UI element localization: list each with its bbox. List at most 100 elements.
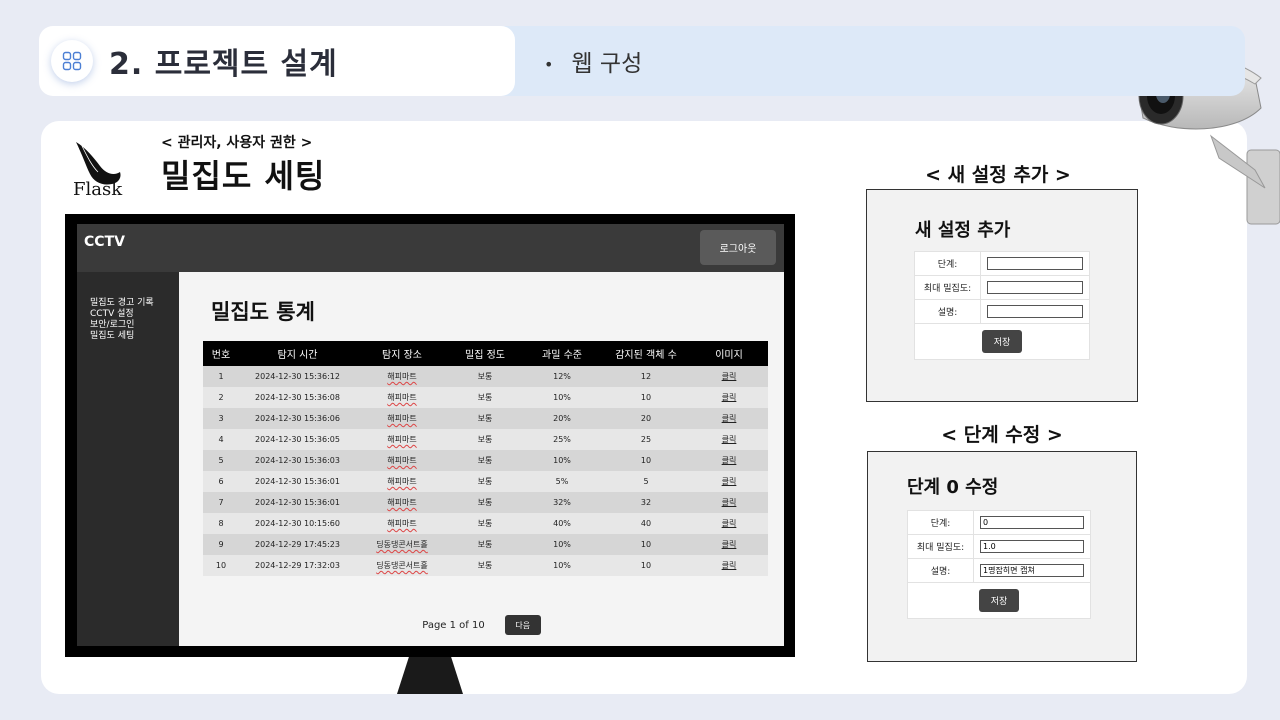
pagination: Page 1 of 10 다음 — [179, 615, 784, 635]
sidebar-item-security-login[interactable]: 보안/로그인 — [90, 320, 179, 331]
new-setting-section-label: < 새 설정 추가 > — [925, 164, 1071, 186]
bullet-dot: • — [544, 55, 554, 74]
table-cell: 10 — [203, 555, 239, 576]
location-cell: 해피마트 — [356, 492, 448, 513]
location-text: 해피마트 — [387, 414, 417, 423]
table-cell: 25% — [522, 429, 602, 450]
table-cell: 2024-12-30 10:15:60 — [239, 513, 356, 534]
flask-logo-text: Flask — [73, 179, 123, 200]
new-setting-panel: 새 설정 추가 단계: 최대 밀집도: 설명: 저장 — [866, 189, 1138, 402]
description-label: 설명: — [914, 299, 981, 324]
new-setting-save-button[interactable]: 저장 — [982, 330, 1022, 353]
table-cell: 보통 — [448, 408, 522, 429]
header-bullet-bar: • 웹 구성 — [480, 26, 1245, 96]
image-link[interactable]: 클릭 — [722, 414, 737, 423]
column-header: 감지된 객체 수 — [602, 341, 690, 366]
image-link[interactable]: 클릭 — [722, 372, 737, 381]
image-link[interactable]: 클릭 — [722, 393, 737, 402]
table-row: 3 2024-12-30 15:36:06 해피마트 보통 20% 20 클릭 — [203, 408, 768, 429]
table-cell: 보통 — [448, 534, 522, 555]
image-link[interactable]: 클릭 — [722, 456, 737, 465]
header-bullet: • 웹 구성 — [544, 44, 642, 78]
sidebar-item-density-settings[interactable]: 밀집도 세팅 — [90, 331, 179, 342]
max-density-label: 최대 밀집도: — [907, 534, 974, 559]
table-cell: 40 — [602, 513, 690, 534]
table-row: 7 2024-12-30 15:36:01 해피마트 보통 32% 32 클릭 — [203, 492, 768, 513]
max-density-input[interactable] — [987, 281, 1083, 294]
table-cell: 2024-12-29 17:45:23 — [239, 534, 356, 555]
image-cell: 클릭 — [690, 387, 768, 408]
table-cell: 2024-12-30 15:36:01 — [239, 492, 356, 513]
image-cell: 클릭 — [690, 471, 768, 492]
description-input[interactable] — [987, 305, 1083, 318]
edit-level-form: 단계: 최대 밀집도: 설명: 저장 — [907, 510, 1091, 619]
table-cell: 보통 — [448, 450, 522, 471]
image-cell: 클릭 — [690, 429, 768, 450]
table-cell: 7 — [203, 492, 239, 513]
location-cell: 딩동댕콘서트홀 — [356, 555, 448, 576]
column-header: 밀집 정도 — [448, 341, 522, 366]
max-density-label: 최대 밀집도: — [914, 275, 981, 300]
app-sidebar: 밀집도 경고 기록 CCTV 설정 보안/로그인 밀집도 세팅 — [77, 272, 179, 646]
image-link[interactable]: 클릭 — [722, 561, 737, 570]
next-page-button[interactable]: 다음 — [504, 615, 541, 635]
edit-level-section-label: < 단계 수정 > — [941, 424, 1063, 446]
table-cell: 10 — [602, 387, 690, 408]
table-cell: 10 — [602, 450, 690, 471]
location-text: 해피마트 — [387, 519, 417, 528]
table-row: 9 2024-12-29 17:45:23 딩동댕콘서트홀 보통 10% 10 클릭 — [203, 534, 768, 555]
table-cell: 10% — [522, 450, 602, 471]
sidebar-item-cctv-settings[interactable]: CCTV 설정 — [90, 309, 179, 320]
stats-title: 밀집도 통계 — [211, 300, 315, 324]
location-cell: 딩동댕콘서트홀 — [356, 534, 448, 555]
level-label: 단계: — [907, 510, 974, 535]
location-text: 해피마트 — [387, 456, 417, 465]
slide-section-title: 2. 프로젝트 설계 — [109, 47, 338, 82]
level-input[interactable] — [987, 257, 1083, 270]
density-stats-table: 번호 탐지 시간 탐지 장소 밀집 정도 과밀 수준 감지된 객체 수 이미지 … — [203, 341, 768, 576]
table-cell: 보통 — [448, 366, 522, 387]
table-row: 1 2024-12-30 15:36:12 해피마트 보통 12% 12 클릭 — [203, 366, 768, 387]
table-cell: 보통 — [448, 387, 522, 408]
image-cell: 클릭 — [690, 513, 768, 534]
table-cell: 20% — [522, 408, 602, 429]
sidebar-item-density-alerts[interactable]: 밀집도 경고 기록 — [90, 298, 179, 309]
table-cell: 2024-12-30 15:36:12 — [239, 366, 356, 387]
table-cell: 보통 — [448, 513, 522, 534]
image-cell: 클릭 — [690, 366, 768, 387]
location-text: 해피마트 — [387, 498, 417, 507]
table-cell: 보통 — [448, 492, 522, 513]
location-text: 딩동댕콘서트홀 — [376, 561, 428, 570]
table-row: 4 2024-12-30 15:36:05 해피마트 보통 25% 25 클릭 — [203, 429, 768, 450]
level-input[interactable] — [980, 516, 1084, 529]
description-input[interactable] — [980, 564, 1084, 577]
table-cell: 8 — [203, 513, 239, 534]
image-link[interactable]: 클릭 — [722, 540, 737, 549]
header-bullet-text: 웹 구성 — [571, 51, 643, 77]
image-link[interactable]: 클릭 — [722, 477, 737, 486]
image-link[interactable]: 클릭 — [722, 498, 737, 507]
location-cell: 해피마트 — [356, 471, 448, 492]
table-row: 5 2024-12-30 15:36:03 해피마트 보통 10% 10 클릭 — [203, 450, 768, 471]
table-row: 2 2024-12-30 15:36:08 해피마트 보통 10% 10 클릭 — [203, 387, 768, 408]
edit-level-save-button[interactable]: 저장 — [979, 589, 1019, 612]
max-density-input[interactable] — [980, 540, 1084, 553]
description-label: 설명: — [907, 558, 974, 583]
edit-level-panel: 단계 0 수정 단계: 최대 밀집도: 설명: 저장 — [867, 451, 1137, 662]
location-cell: 해피마트 — [356, 408, 448, 429]
app-brand[interactable]: CCTV — [84, 234, 125, 250]
location-cell: 해피마트 — [356, 513, 448, 534]
table-cell: 32 — [602, 492, 690, 513]
page-info: Page 1 of 10 — [422, 619, 485, 631]
image-link[interactable]: 클릭 — [722, 519, 737, 528]
table-cell: 10% — [522, 387, 602, 408]
app-topbar: CCTV 로그아웃 — [77, 224, 784, 272]
image-cell: 클릭 — [690, 555, 768, 576]
location-cell: 해피마트 — [356, 366, 448, 387]
logout-button[interactable]: 로그아웃 — [700, 230, 776, 265]
table-cell: 10 — [602, 555, 690, 576]
new-setting-title: 새 설정 추가 — [915, 220, 1011, 241]
table-cell: 20 — [602, 408, 690, 429]
image-link[interactable]: 클릭 — [722, 435, 737, 444]
level-label: 단계: — [914, 251, 981, 276]
